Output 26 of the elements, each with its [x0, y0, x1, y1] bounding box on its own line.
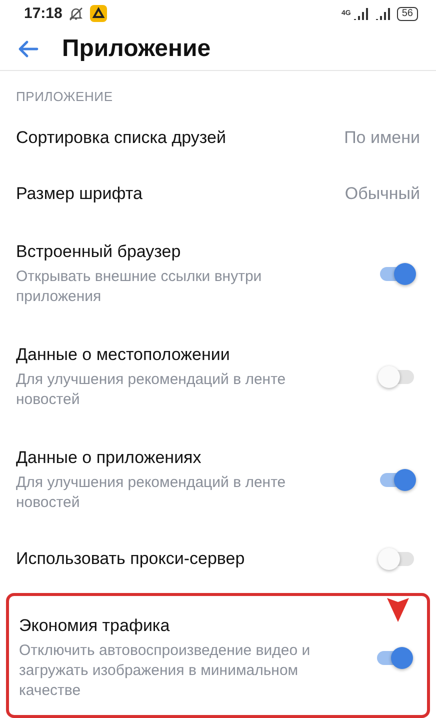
setting-description: Для улучшения рекомендаций в ленте новостей — [16, 370, 287, 410]
setting-title: Экономия трафика — [19, 615, 171, 637]
setting-description: Отключить автовоспроизведение видео и загружать изображения в минимальном качестве — [19, 641, 312, 701]
setting-title: Сортировка списка друзей — [16, 127, 227, 149]
toggle-switch[interactable] — [378, 468, 416, 492]
setting-title: Размер шрифта — [16, 183, 144, 205]
toggle-switch[interactable] — [378, 364, 416, 388]
page-title: Приложение — [62, 34, 211, 63]
setting-value[interactable]: Обычный — [344, 184, 420, 204]
setting-description: Открывать внешние ссылки внутри приложения — [16, 267, 263, 307]
bell-off-icon — [68, 6, 84, 22]
toggle-switch[interactable] — [378, 262, 416, 286]
setting-value[interactable]: По имени — [344, 128, 420, 148]
app-icon — [90, 5, 108, 22]
section-header: ПРИЛОЖЕНИЕ — [15, 88, 114, 106]
setting-title: Встроенный браузер — [16, 241, 182, 263]
setting-title: Данные о местоположении — [16, 344, 231, 366]
signal-icon — [352, 8, 369, 20]
battery-icon: 56 — [396, 6, 418, 21]
signal-icon — [374, 8, 391, 20]
toggle-switch[interactable] — [378, 547, 416, 571]
status-time: 17:18 — [24, 5, 62, 22]
setting-description: Для улучшения рекомендаций в ленте новостей — [16, 473, 287, 513]
setting-title: Данные о приложениях — [16, 447, 202, 469]
toggle-switch[interactable] — [375, 646, 413, 670]
setting-title: Использовать прокси-сервер — [16, 548, 246, 570]
